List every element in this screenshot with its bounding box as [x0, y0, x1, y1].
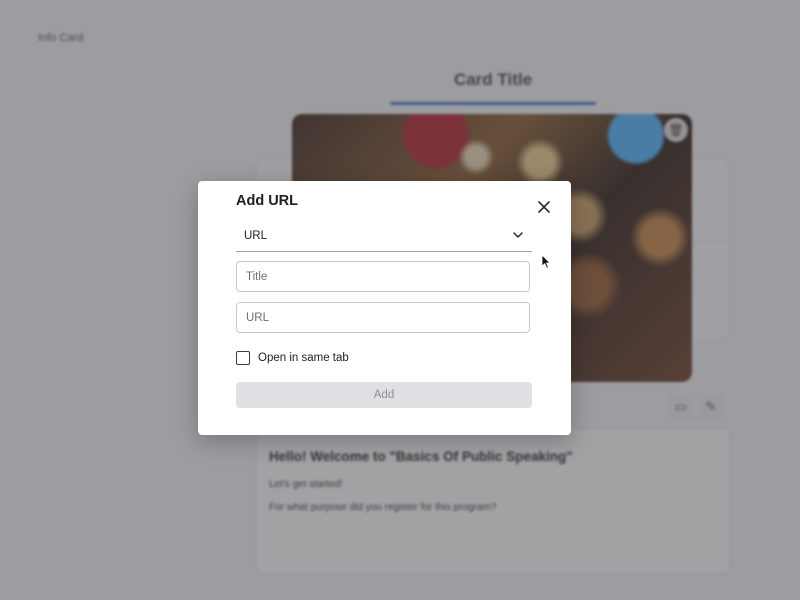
link-type-select[interactable]: URL: [236, 223, 532, 252]
close-icon: [538, 201, 550, 213]
add-button[interactable]: Add: [236, 382, 532, 408]
title-input[interactable]: [237, 262, 529, 291]
title-field[interactable]: [236, 261, 530, 292]
dialog-title: Add URL: [236, 193, 299, 209]
mouse-cursor-icon: [541, 254, 551, 269]
url-field[interactable]: [236, 302, 530, 333]
link-type-value: URL: [244, 230, 268, 242]
url-input[interactable]: [237, 303, 529, 332]
chevron-down-icon: [513, 232, 523, 238]
open-same-tab-label[interactable]: Open in same tab: [258, 352, 349, 364]
close-button[interactable]: [535, 198, 553, 216]
add-url-dialog: Add URL URL Open in same tab Add: [198, 181, 571, 435]
open-same-tab-checkbox[interactable]: [236, 351, 250, 365]
